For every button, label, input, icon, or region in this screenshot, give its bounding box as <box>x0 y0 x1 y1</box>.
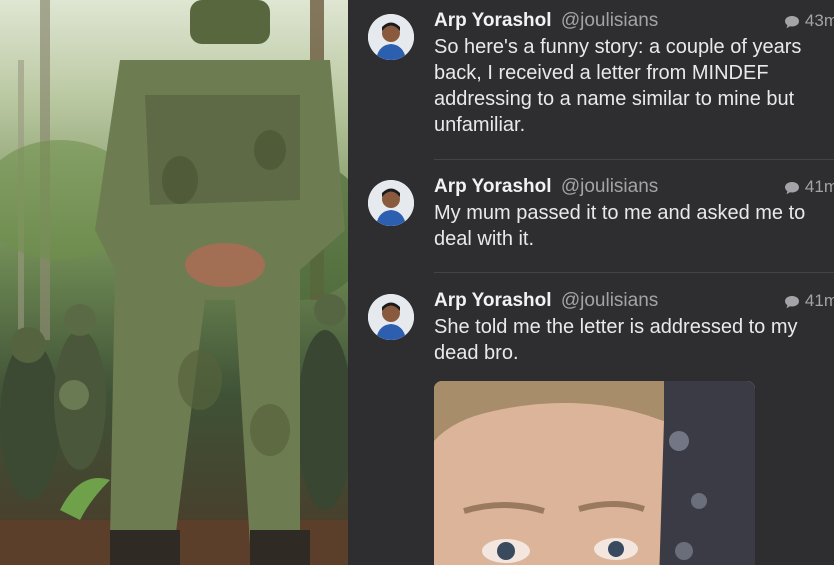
tweet-timestamp: 41m <box>784 175 834 199</box>
tweet-timestamp: 43m <box>784 9 834 33</box>
tweet-feed: Arp Yorashol @joulisians 43m So here's a… <box>348 0 834 565</box>
display-name[interactable]: Arp Yorashol <box>434 176 552 197</box>
divider <box>434 272 834 273</box>
avatar[interactable] <box>368 180 414 226</box>
tweet-header: Arp Yorashol @joulisians <box>434 175 658 199</box>
avatar[interactable] <box>368 294 414 340</box>
profile-avatar-icon <box>368 14 414 60</box>
speech-bubble-icon[interactable] <box>784 15 800 29</box>
username[interactable]: @joulisians <box>561 10 658 31</box>
tweet-header: Arp Yorashol @joulisians <box>434 289 658 313</box>
tweet-text: She told me the letter is addressed to m… <box>434 316 798 364</box>
time-label: 41m <box>804 291 834 310</box>
divider <box>434 159 834 160</box>
tweet-media-image[interactable] <box>434 381 755 565</box>
tweet-timestamp: 41m <box>784 289 834 313</box>
tweet-header: Arp Yorashol @joulisians <box>434 9 658 33</box>
tweet-text: So here's a funny story: a couple of yea… <box>434 36 802 136</box>
profile-avatar-icon <box>368 294 414 340</box>
tweet-text: My mum passed it to me and asked me to d… <box>434 202 806 250</box>
username[interactable]: @joulisians <box>561 176 658 197</box>
display-name[interactable]: Arp Yorashol <box>434 290 552 311</box>
speech-bubble-icon[interactable] <box>784 181 800 195</box>
face-photo-illustration <box>434 381 755 565</box>
avatar[interactable] <box>368 14 414 60</box>
soldier-photo-illustration <box>0 0 348 565</box>
soldier-photo <box>0 0 348 565</box>
speech-bubble-icon[interactable] <box>784 295 800 309</box>
time-label: 43m <box>804 11 834 30</box>
username[interactable]: @joulisians <box>561 290 658 311</box>
time-label: 41m <box>804 177 834 196</box>
profile-avatar-icon <box>368 180 414 226</box>
display-name[interactable]: Arp Yorashol <box>434 10 552 31</box>
